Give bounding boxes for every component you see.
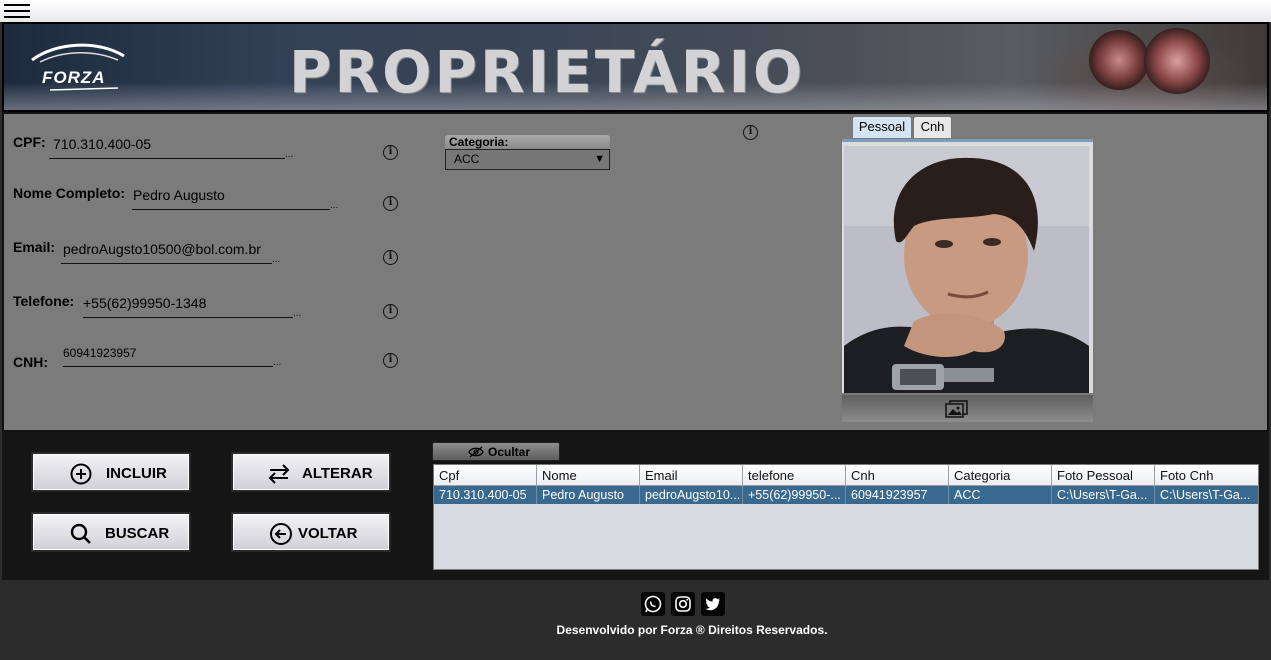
column-header[interactable]: Foto Cnh xyxy=(1155,465,1258,486)
images-icon xyxy=(945,400,968,418)
email-info-icon[interactable]: i xyxy=(383,250,398,265)
column-header[interactable]: Email xyxy=(640,465,743,486)
nome-label: Nome Completo: xyxy=(13,185,125,201)
tab-pessoal[interactable]: Pessoal xyxy=(852,116,912,138)
swap-arrows-icon xyxy=(268,464,290,484)
tab-cnh[interactable]: Cnh xyxy=(913,116,952,138)
photo-frame xyxy=(842,139,1093,393)
nome-info-icon[interactable]: i xyxy=(383,196,398,211)
categoria-info-icon[interactable]: i xyxy=(743,125,758,140)
header-banner: FORZA PROPRIETÁRIO xyxy=(2,22,1269,112)
chevron-down-icon: ▼ xyxy=(594,153,605,165)
plus-circle-icon xyxy=(70,463,92,485)
buscar-button[interactable]: BUSCAR xyxy=(31,512,191,552)
telefone-field[interactable]: +55(62)99950-1348 xyxy=(83,295,206,311)
cnh-ellipsis: ... xyxy=(273,357,282,368)
instagram-icon[interactable] xyxy=(671,592,695,616)
telefone-label: Telefone: xyxy=(13,293,75,309)
table-header: Cpf Nome Email telefone Cnh Categoria Fo… xyxy=(434,465,1258,486)
categoria-select[interactable]: ACC ▼ xyxy=(445,149,610,170)
email-ellipsis: ... xyxy=(272,254,281,265)
email-label: Email: xyxy=(13,239,56,255)
table-cell: 60941923957 xyxy=(846,486,949,504)
nome-ellipsis: ... xyxy=(330,200,339,211)
email-field[interactable]: pedroAugsto10500@bol.com.br xyxy=(63,241,261,257)
cpf-info-icon[interactable]: i xyxy=(383,145,398,160)
footer-copyright: Desenvolvido por Forza ® Direitos Reserv… xyxy=(556,623,828,637)
page-title: PROPRIETÁRIO xyxy=(289,38,806,106)
cnh-label: CNH: xyxy=(13,354,48,370)
table-cell: C:\Users\T-Ga... xyxy=(1052,486,1155,504)
column-header[interactable]: Foto Pessoal xyxy=(1052,465,1155,486)
table-cell: C:\Users\T-Ga... xyxy=(1160,488,1251,502)
table-cell: Pedro Augusto xyxy=(537,486,640,504)
alterar-label: ALTERAR xyxy=(302,465,373,482)
column-header[interactable]: telefone xyxy=(743,465,846,486)
categoria-combobox: Categoria: ACC ▼ xyxy=(445,135,610,171)
ocultar-label: Ocultar xyxy=(488,445,531,459)
incluir-button[interactable]: INCLUIR xyxy=(31,452,191,492)
cnh-info-icon[interactable]: i xyxy=(383,353,398,368)
whatsapp-icon[interactable] xyxy=(641,592,665,616)
footer: Desenvolvido por Forza ® Direitos Reserv… xyxy=(0,580,1271,660)
owner-form-panel: CPF: 710.310.400-05 ... i Nome Completo:… xyxy=(2,112,1269,432)
telefone-ellipsis: ... xyxy=(293,308,302,319)
buscar-label: BUSCAR xyxy=(105,525,170,542)
cpf-label: CPF: xyxy=(13,134,46,150)
voltar-label: VOLTAR xyxy=(298,525,358,542)
alterar-button[interactable]: ALTERAR xyxy=(231,452,391,492)
actions-and-table: INCLUIR ALTERAR BUSCAR VOLTAR Ocultar Cp… xyxy=(2,432,1269,580)
nome-field[interactable]: Pedro Augusto xyxy=(133,187,225,203)
column-header[interactable]: Nome xyxy=(537,465,640,486)
column-header[interactable]: Categoria xyxy=(949,465,1052,486)
table-row[interactable]: 710.310.400-05 Pedro Augusto pedroAugsto… xyxy=(434,486,1258,504)
logo-text: FORZA xyxy=(42,68,106,87)
column-header[interactable]: Cpf xyxy=(434,465,537,486)
table-cell: 710.310.400-05 xyxy=(434,486,537,504)
categoria-label: Categoria: xyxy=(445,135,610,149)
table-cell: ACC xyxy=(949,486,1052,504)
table-cell: pedroAugsto10... xyxy=(640,486,743,504)
twitter-icon[interactable] xyxy=(701,592,725,616)
eye-off-icon xyxy=(468,446,484,458)
voltar-button[interactable]: VOLTAR xyxy=(231,512,391,552)
change-photo-button[interactable] xyxy=(842,395,1093,422)
cnh-field[interactable]: 60941923957 xyxy=(63,346,136,360)
categoria-value: ACC xyxy=(454,152,480,166)
hamburger-icon[interactable] xyxy=(4,2,30,20)
top-bar xyxy=(0,0,1271,22)
incluir-label: INCLUIR xyxy=(106,465,167,482)
search-icon xyxy=(70,523,91,544)
cpf-ellipsis: ... xyxy=(285,149,294,160)
telefone-info-icon[interactable]: i xyxy=(383,304,398,319)
ocultar-button[interactable]: Ocultar xyxy=(432,442,560,461)
arrow-left-circle-icon xyxy=(270,523,292,545)
table-cell: +55(62)99950-... xyxy=(743,486,846,504)
owner-photo xyxy=(844,146,1089,393)
owners-table: Cpf Nome Email telefone Cnh Categoria Fo… xyxy=(433,464,1259,570)
cpf-field[interactable]: 710.310.400-05 xyxy=(53,136,151,152)
column-header[interactable]: Cnh xyxy=(846,465,949,486)
